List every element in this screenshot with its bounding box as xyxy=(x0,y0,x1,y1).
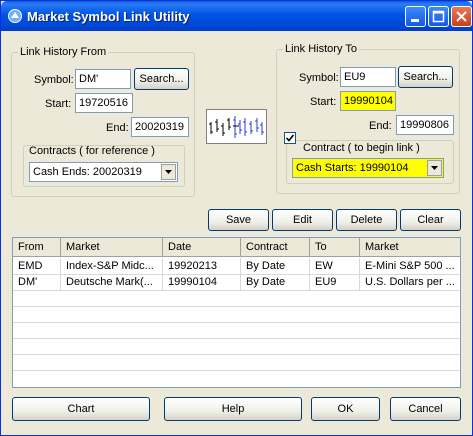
close-icon xyxy=(456,11,467,22)
from-symbol-label: Symbol: xyxy=(34,74,74,86)
to-start-input[interactable]: 19990104 xyxy=(340,91,396,111)
to-symbol-input[interactable]: EU9 xyxy=(340,67,396,87)
empty-row xyxy=(13,338,460,355)
app-icon xyxy=(7,8,23,24)
from-end-input[interactable]: 20020319 xyxy=(131,117,189,137)
cell-market: Deutsche Mark(... xyxy=(61,274,163,290)
cell-market-to: E-Mini S&P 500 ... xyxy=(365,260,455,272)
to-start-label: Start: xyxy=(310,96,337,108)
to-end-input[interactable]: 19990806 xyxy=(396,115,454,135)
cell-market: Index-S&P Midc... xyxy=(61,258,163,274)
to-contract-checkbox[interactable] xyxy=(284,132,296,144)
cell-contract: By Date xyxy=(241,274,310,290)
empty-row xyxy=(13,370,460,386)
help-button[interactable]: Help xyxy=(164,397,302,421)
to-contract-select[interactable]: Cash Starts: 19990104 xyxy=(292,158,444,178)
maximize-icon xyxy=(432,10,445,23)
column-header-from[interactable]: From xyxy=(13,238,61,256)
column-header-date[interactable]: Date xyxy=(163,238,241,256)
to-symbol-label: Symbol: xyxy=(299,72,339,84)
cell-date: 19920213 xyxy=(163,258,241,274)
chevron-down-icon[interactable] xyxy=(161,164,176,180)
link-history-from-label: Link History From xyxy=(18,46,109,58)
save-button[interactable]: Save xyxy=(208,209,269,231)
cell-date: 19990104 xyxy=(163,274,241,290)
cell-to: EU9 xyxy=(310,274,360,290)
window-title: Market Symbol Link Utility xyxy=(27,9,190,24)
cancel-button[interactable]: Cancel xyxy=(390,397,461,421)
from-end-label: End: xyxy=(106,122,129,134)
from-start-input[interactable]: 19720516 xyxy=(75,93,133,113)
empty-row xyxy=(13,290,460,307)
empty-row xyxy=(13,306,460,323)
from-symbol-input[interactable]: DM' xyxy=(75,69,131,89)
from-contracts-select[interactable]: Cash Ends: 20020319 xyxy=(29,162,178,182)
chevron-down-icon[interactable] xyxy=(427,160,442,176)
table-header: From Market Date Contract To Market xyxy=(13,238,460,257)
cell-contract: By Date xyxy=(241,258,310,274)
table-row[interactable]: EMD Index-S&P Midc... 19920213 By Date E… xyxy=(13,258,460,275)
to-end-label: End: xyxy=(369,120,392,132)
cell-market-to: U.S. Dollars per ... xyxy=(365,276,455,288)
from-contracts-value: Cash Ends: 20020319 xyxy=(33,166,142,178)
to-contract-label: Contract ( to begin link ) xyxy=(301,142,422,154)
from-start-label: Start: xyxy=(45,98,72,110)
edit-button[interactable]: Edit xyxy=(272,209,333,231)
link-history-table[interactable]: From Market Date Contract To Market EMD … xyxy=(12,237,461,388)
clear-button[interactable]: Clear xyxy=(400,209,461,231)
market-symbol-link-window: Market Symbol Link Utility Link History … xyxy=(0,0,473,436)
cell-from: EMD xyxy=(13,258,61,274)
column-header-contract[interactable]: Contract xyxy=(241,238,310,256)
chart-button[interactable]: Chart xyxy=(12,397,150,421)
link-history-to-label: Link History To xyxy=(283,43,359,55)
column-header-market[interactable]: Market xyxy=(61,238,163,256)
checkmark-icon xyxy=(285,134,295,142)
cell-to: EW xyxy=(310,258,360,274)
ok-button[interactable]: OK xyxy=(311,397,380,421)
maximize-button[interactable] xyxy=(428,6,449,27)
empty-row xyxy=(13,322,460,339)
title-bar[interactable]: Market Symbol Link Utility xyxy=(1,1,472,31)
link-chart-icon[interactable] xyxy=(206,109,267,144)
column-header-market-to[interactable]: Market xyxy=(360,238,460,256)
empty-row xyxy=(13,354,460,371)
to-contract-value: Cash Starts: 19990104 xyxy=(296,162,409,174)
from-contracts-label: Contracts ( for reference ) xyxy=(29,145,155,157)
table-row[interactable]: DM' Deutsche Mark(... 19990104 By Date E… xyxy=(13,274,460,291)
from-search-button[interactable]: Search... xyxy=(134,68,189,90)
delete-button[interactable]: Delete xyxy=(336,209,397,231)
close-button[interactable] xyxy=(451,6,472,27)
cell-from: DM' xyxy=(13,274,61,290)
minimize-icon xyxy=(411,19,419,22)
to-search-button[interactable]: Search... xyxy=(398,66,453,88)
column-header-to[interactable]: To xyxy=(310,238,360,256)
minimize-button[interactable] xyxy=(405,6,426,27)
